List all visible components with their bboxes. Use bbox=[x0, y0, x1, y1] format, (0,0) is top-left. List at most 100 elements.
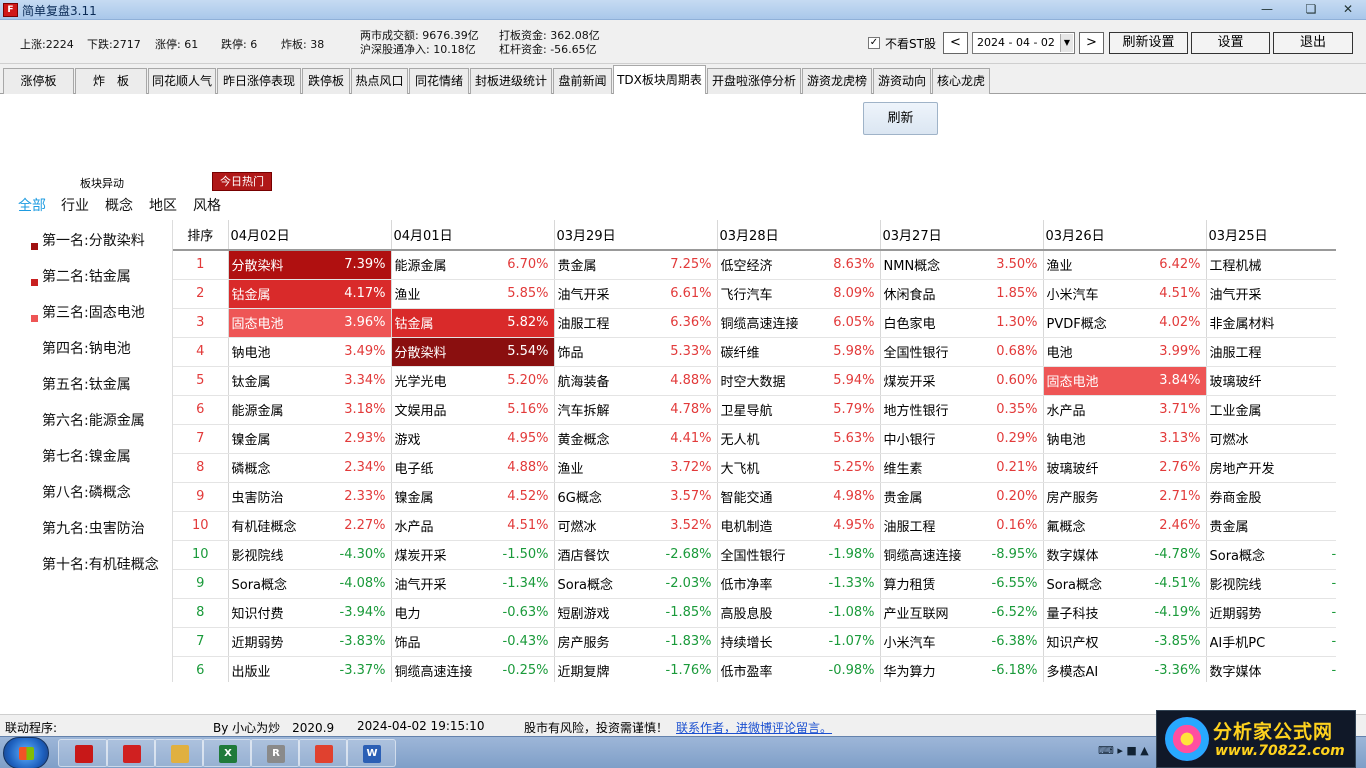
sector-cell[interactable]: 小米汽车 4.51% bbox=[1043, 279, 1207, 309]
sector-cell[interactable]: Sora概念 -2.03% bbox=[554, 569, 718, 599]
tab-open-analysis[interactable]: 开盘啦涨停分析 bbox=[707, 68, 801, 94]
sector-cell[interactable]: 影视院线 -4.30% bbox=[228, 540, 392, 570]
sector-cell[interactable]: 钛金属 3.34% bbox=[228, 366, 392, 396]
date-header[interactable]: 03月25日 bbox=[1206, 220, 1336, 251]
sector-cell[interactable]: 铜缆高速连接 -8.95% bbox=[880, 540, 1044, 570]
sector-cell[interactable]: 短剧游戏 -1.85% bbox=[554, 598, 718, 628]
sector-cell[interactable]: 无人机 5.63% bbox=[717, 424, 881, 454]
cycle-table-area[interactable]: 排序 04月02日 04月01日 03月29日 03月28日 03月27日 03月26日 03… bbox=[172, 220, 1336, 682]
sector-cell[interactable]: 可燃冰 3.52% bbox=[554, 511, 718, 541]
sector-cell[interactable]: 房产服务 2.71% bbox=[1043, 482, 1207, 512]
sector-cell[interactable]: 6G概念 3.57% bbox=[554, 482, 718, 512]
taskbar-app-button[interactable]: W bbox=[346, 739, 396, 767]
sector-cell[interactable]: 汽车拆解 4.78% bbox=[554, 395, 718, 425]
sector-cell[interactable]: 玻璃玻纤1.57% bbox=[1206, 366, 1336, 396]
sector-cell[interactable]: 高股息股 -1.08% bbox=[717, 598, 881, 628]
tab-limit-up[interactable]: 涨停板 bbox=[3, 68, 74, 94]
sector-cell[interactable]: 酒店餐饮 -2.68% bbox=[554, 540, 718, 570]
rank-item[interactable]: 第七名:镍金属 bbox=[42, 446, 131, 466]
sector-cell[interactable]: 油气开采 -1.34% bbox=[391, 569, 555, 599]
chevron-down-icon[interactable]: ▼ bbox=[1060, 34, 1073, 52]
tab-hot-money[interactable]: 游资动向 bbox=[873, 68, 931, 94]
sector-cell[interactable]: 低市盈率 -0.98% bbox=[717, 656, 881, 682]
tab-yesterday-limit-up[interactable]: 昨日涨停表现 bbox=[217, 68, 301, 94]
date-header[interactable]: 03月29日 bbox=[554, 220, 718, 251]
rank-item[interactable]: 第四名:钠电池 bbox=[42, 338, 131, 358]
sector-cell[interactable]: 饰品 -0.43% bbox=[391, 627, 555, 657]
filter-style[interactable]: 风格 bbox=[193, 195, 221, 215]
sector-cell[interactable]: 碳纤维 5.98% bbox=[717, 337, 881, 367]
sector-cell[interactable]: 电机制造 4.95% bbox=[717, 511, 881, 541]
filter-industry[interactable]: 行业 bbox=[61, 195, 89, 215]
sector-cell[interactable]: 近期复牌 -1.76% bbox=[554, 656, 718, 682]
rank-item[interactable]: 第十名:有机硅概念 bbox=[42, 554, 159, 574]
start-button[interactable] bbox=[3, 737, 49, 768]
close-icon[interactable]: ✕ bbox=[1335, 1, 1361, 18]
rank-item[interactable]: 第一名:分散染料 bbox=[42, 230, 145, 250]
sector-cell[interactable]: 近期弱势 -3.83% bbox=[228, 627, 392, 657]
sector-cell[interactable]: 水产品 3.71% bbox=[1043, 395, 1207, 425]
sector-cell[interactable]: 可燃冰1.22% bbox=[1206, 424, 1336, 454]
sector-cell[interactable]: 文娱用品 5.16% bbox=[391, 395, 555, 425]
rank-item[interactable]: 第九名:虫害防治 bbox=[42, 518, 145, 538]
sector-cell[interactable]: 算力租赁 -6.55% bbox=[880, 569, 1044, 599]
sector-cell[interactable]: 小米汽车 -6.38% bbox=[880, 627, 1044, 657]
taskbar-app-button[interactable] bbox=[154, 739, 204, 767]
today-hot-button[interactable]: 今日热门 bbox=[212, 172, 272, 191]
sector-cell[interactable]: 华为算力 -6.18% bbox=[880, 656, 1044, 682]
sector-cell[interactable]: 光学光电 5.20% bbox=[391, 366, 555, 396]
tab-premarket-news[interactable]: 盘前新闻 bbox=[553, 68, 612, 94]
sector-cell[interactable]: 电子纸 4.88% bbox=[391, 453, 555, 483]
date-header[interactable]: 03月26日 bbox=[1043, 220, 1207, 251]
sector-cell[interactable]: 铜缆高速连接 6.05% bbox=[717, 308, 881, 338]
sector-cell[interactable]: 铜缆高速连接 -0.25% bbox=[391, 656, 555, 682]
sector-cell[interactable]: 白色家电 1.30% bbox=[880, 308, 1044, 338]
sector-cell[interactable]: 大飞机 5.25% bbox=[717, 453, 881, 483]
sector-cell[interactable]: 全国性银行 -1.98% bbox=[717, 540, 881, 570]
filter-all[interactable]: 全部 bbox=[18, 195, 46, 215]
date-header[interactable]: 03月27日 bbox=[880, 220, 1044, 251]
rank-item[interactable]: 第五名:钛金属 bbox=[42, 374, 131, 394]
contact-author-link[interactable]: 联系作者，进微博评论留言。 bbox=[676, 719, 832, 736]
date-header[interactable]: 04月01日 bbox=[391, 220, 555, 251]
sector-cell[interactable]: 知识产权 -3.85% bbox=[1043, 627, 1207, 657]
sector-cell[interactable]: 贵金属 7.25% bbox=[554, 250, 718, 280]
sector-cell[interactable]: 油气开采2.22% bbox=[1206, 279, 1336, 309]
sector-cell[interactable]: 渔业 5.85% bbox=[391, 279, 555, 309]
sector-cell[interactable]: 分散染料 7.39% bbox=[228, 250, 392, 280]
sector-cell[interactable]: 知识付费 -3.94% bbox=[228, 598, 392, 628]
exclude-st-checkbox[interactable]: ✓ bbox=[868, 37, 880, 49]
sector-cell[interactable]: 房产服务 -1.83% bbox=[554, 627, 718, 657]
sector-cell[interactable]: Sora概念 -4.51% bbox=[1043, 569, 1207, 599]
sector-cell[interactable]: 渔业 3.72% bbox=[554, 453, 718, 483]
sector-cell[interactable]: 钴金属 4.17% bbox=[228, 279, 392, 309]
rank-item[interactable]: 第二名:钴金属 bbox=[42, 266, 131, 286]
taskbar-app-button[interactable]: X bbox=[202, 739, 252, 767]
sector-cell[interactable]: PVDF概念 4.02% bbox=[1043, 308, 1207, 338]
sector-cell[interactable]: 近期弱势 -5.69% bbox=[1206, 598, 1336, 628]
sector-cell[interactable]: 油气开采 6.61% bbox=[554, 279, 718, 309]
sector-cell[interactable]: 工程机械3.31% bbox=[1206, 250, 1336, 280]
sector-cell[interactable]: 影视院线 -6.35% bbox=[1206, 569, 1336, 599]
sector-cell[interactable]: 磷概念 2.34% bbox=[228, 453, 392, 483]
tab-limit-down[interactable]: 跌停板 bbox=[302, 68, 350, 94]
sector-cell[interactable]: 贵金属 0.20% bbox=[880, 482, 1044, 512]
sector-cell[interactable]: 低空经济 8.63% bbox=[717, 250, 881, 280]
sector-cell[interactable]: 钠电池 3.13% bbox=[1043, 424, 1207, 454]
tab-hot-spots[interactable]: 热点风口 bbox=[351, 68, 408, 94]
rank-item[interactable]: 第八名:磷概念 bbox=[42, 482, 131, 502]
taskbar-app-button[interactable] bbox=[106, 739, 156, 767]
sector-cell[interactable]: 中小银行 0.29% bbox=[880, 424, 1044, 454]
tab-dragon-tiger[interactable]: 游资龙虎榜 bbox=[802, 68, 872, 94]
tab-ths-popularity[interactable]: 同花顺人气 bbox=[148, 68, 216, 94]
sector-cell[interactable]: 钠电池 3.49% bbox=[228, 337, 392, 367]
filter-region[interactable]: 地区 bbox=[149, 195, 177, 215]
rank-item[interactable]: 第三名:固态电池 bbox=[42, 302, 145, 322]
sector-cell[interactable]: 智能交通 4.98% bbox=[717, 482, 881, 512]
taskbar-app-button[interactable] bbox=[298, 739, 348, 767]
tab-broken[interactable]: 炸 板 bbox=[75, 68, 147, 94]
date-header[interactable]: 04月02日 bbox=[228, 220, 392, 251]
sector-cell[interactable]: 航海装备 4.88% bbox=[554, 366, 718, 396]
tab-sentiment[interactable]: 同花情绪 bbox=[409, 68, 469, 94]
refresh-settings-button[interactable]: 刷新设置 bbox=[1109, 32, 1188, 54]
